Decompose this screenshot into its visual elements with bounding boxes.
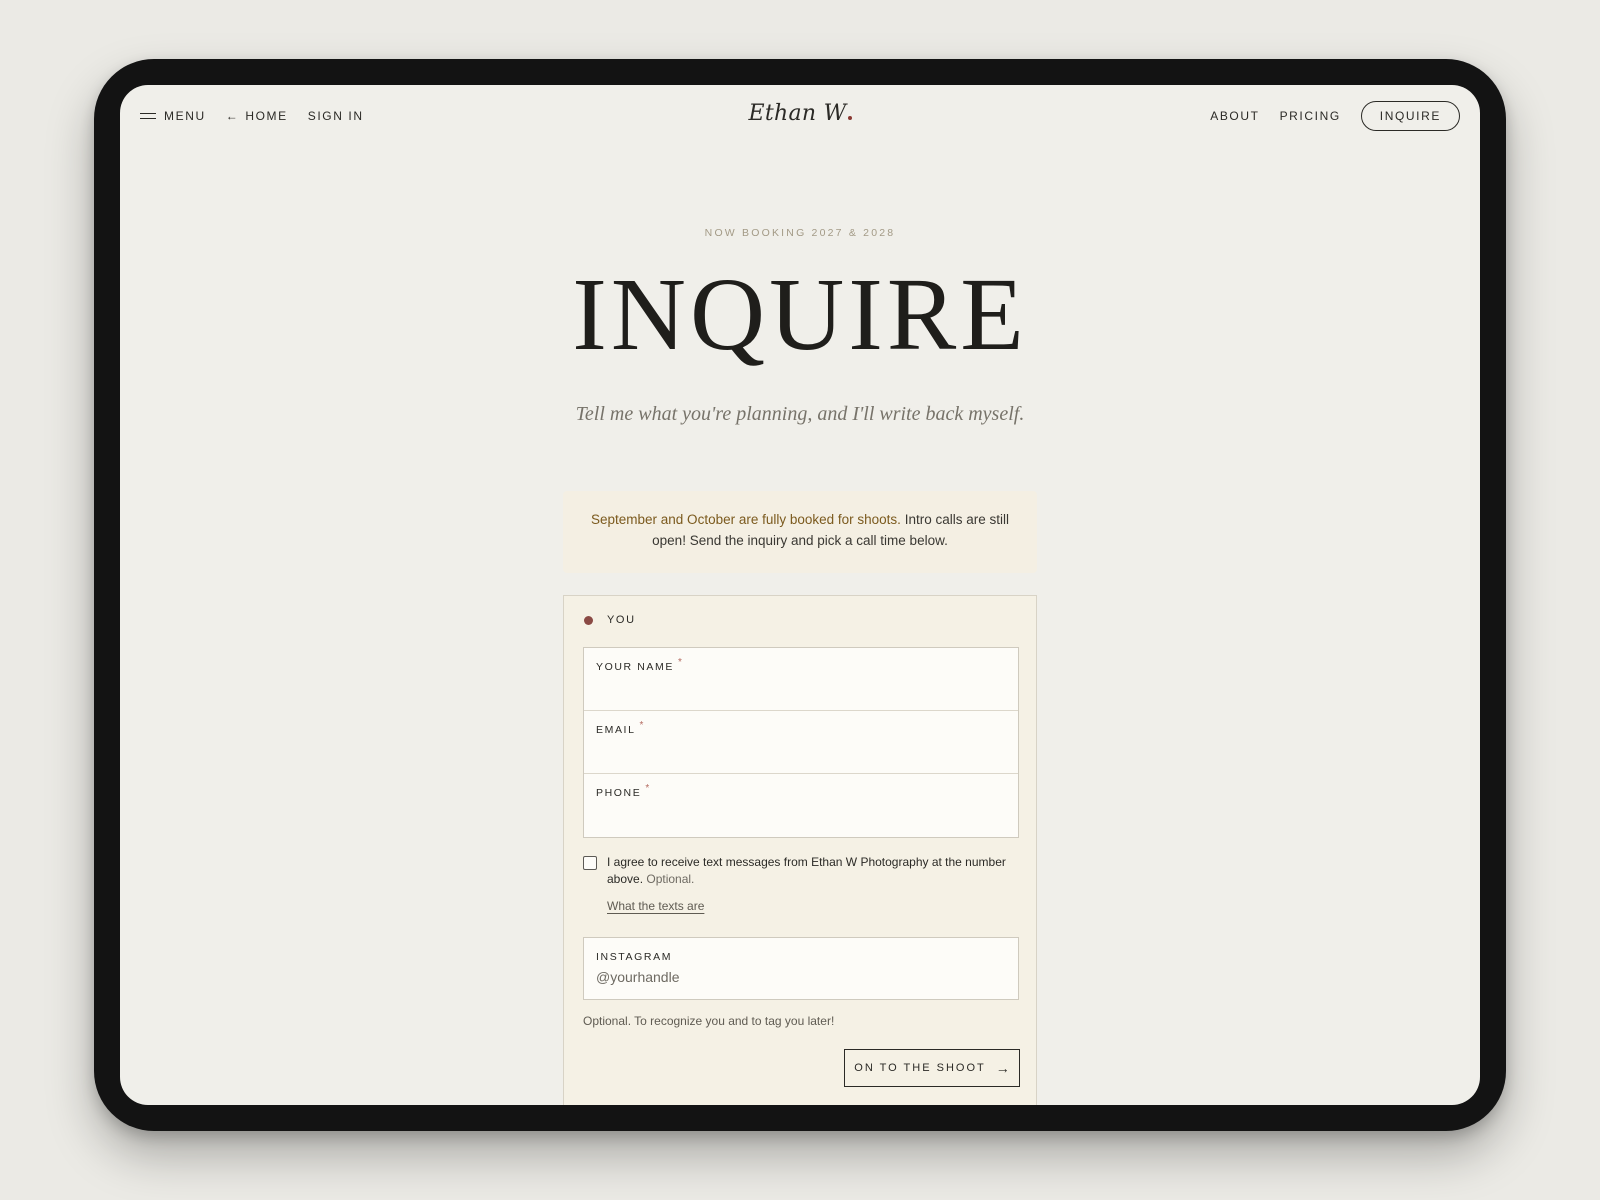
phone-input[interactable]: [596, 802, 1006, 828]
step-indicator: YOU: [584, 614, 636, 626]
booking-eyebrow: NOW BOOKING 2027 & 2028: [704, 227, 896, 239]
nav-right: ABOUT PRICING INQUIRE: [1210, 101, 1460, 131]
sms-consent: I agree to receive text messages from Et…: [583, 854, 1019, 888]
availability-notice: September and October are fully booked f…: [563, 491, 1037, 573]
page-title: INQUIRE: [572, 257, 1028, 372]
notice-highlight: September and October are fully booked f…: [591, 512, 901, 527]
name-input[interactable]: [596, 676, 1006, 702]
instagram-input[interactable]: [596, 964, 1006, 990]
logo-dot-icon: [847, 116, 852, 120]
email-input[interactable]: [596, 739, 1006, 765]
consent-optional: Optional.: [643, 872, 695, 886]
contact-fields: YOUR NAME * EMAIL * PHONE *: [583, 647, 1019, 838]
tablet-frame: MENU ← HOME SIGN IN Ethan W ABOUT PRICIN…: [94, 59, 1506, 1131]
phone-label: PHONE: [596, 787, 642, 799]
name-label: YOUR NAME: [596, 661, 674, 673]
phone-field[interactable]: PHONE *: [584, 774, 1018, 837]
pricing-link[interactable]: PRICING: [1280, 109, 1341, 123]
name-field[interactable]: YOUR NAME *: [584, 648, 1018, 711]
page-subtitle: Tell me what you're planning, and I'll w…: [575, 403, 1025, 425]
arrow-right-icon: →: [995, 1060, 1010, 1076]
email-field[interactable]: EMAIL *: [584, 711, 1018, 774]
sms-consent-checkbox[interactable]: [583, 856, 597, 870]
instagram-field[interactable]: INSTAGRAM: [583, 937, 1019, 1000]
email-label: EMAIL: [596, 724, 636, 736]
required-mark: *: [678, 657, 682, 668]
top-nav: MENU ← HOME SIGN IN Ethan W ABOUT PRICIN…: [120, 85, 1480, 149]
required-mark: *: [639, 720, 644, 731]
submit-label: ON TO THE SHOOT: [854, 1062, 986, 1074]
step-label: YOU: [607, 614, 636, 626]
inquiry-form: YOU YOUR NAME * EMAIL * PHONE * I agree …: [563, 595, 1037, 1105]
logo-text: Ethan W: [748, 101, 847, 126]
required-mark: *: [645, 783, 650, 794]
screen: MENU ← HOME SIGN IN Ethan W ABOUT PRICIN…: [120, 85, 1480, 1105]
instagram-label: INSTAGRAM: [596, 951, 673, 963]
next-step-button[interactable]: ON TO THE SHOOT →: [844, 1049, 1020, 1087]
instagram-hint: Optional. To recognize you and to tag yo…: [583, 1014, 835, 1028]
about-link[interactable]: ABOUT: [1210, 109, 1259, 123]
inquire-button[interactable]: INQUIRE: [1360, 101, 1460, 131]
step-dot-icon: [584, 615, 593, 625]
inquire-label: INQUIRE: [1379, 109, 1441, 123]
what-texts-link[interactable]: What the texts are: [607, 899, 704, 913]
consent-text: I agree to receive text messages from Et…: [607, 854, 1019, 888]
